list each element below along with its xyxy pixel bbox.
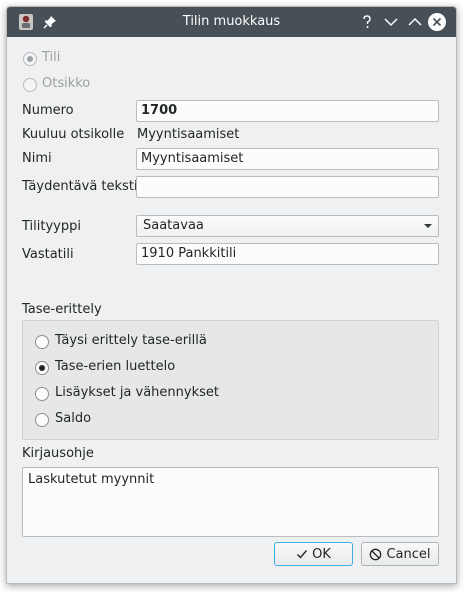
checkmark-icon [297,550,308,559]
numero-label: Numero [22,103,74,118]
radio-lisaykset[interactable] [35,387,49,401]
chevron-up-icon[interactable] [406,13,424,31]
vastatili-input[interactable]: 1910 Pankkitili [136,243,439,265]
tase-erittely-group: Täysi erittely tase-erillä Tase-erien lu… [22,320,439,440]
radio-tase-erien-luettelo-label: Tase-erien luettelo [55,359,176,374]
tase-erittely-title: Tase-erittely [22,302,102,317]
kuuluu-otsikolle-value: Myyntisaamiset [137,127,240,142]
radio-otsikko[interactable] [23,78,37,92]
radio-tili-label: Tili [42,50,61,65]
radio-tili[interactable] [23,52,37,66]
radio-saldo[interactable] [35,413,49,427]
kirjausohje-textarea[interactable]: Laskutetut myynnit [22,467,439,537]
close-icon[interactable] [427,12,447,32]
tilityyppi-label: Tilityyppi [22,219,81,234]
radio-taysi-erittely[interactable] [35,335,49,349]
nimi-input[interactable]: Myyntisaamiset [136,148,439,170]
kuuluu-otsikolle-label: Kuuluu otsikolle [22,127,125,142]
chevron-down-icon[interactable] [382,13,400,31]
tilityyppi-select[interactable]: Saatavaa [136,215,439,237]
radio-saldo-label: Saldo [55,411,92,426]
nimi-label: Nimi [22,151,52,166]
tilityyppi-selected-value: Saatavaa [143,218,204,233]
cancel-icon [370,548,382,560]
radio-taysi-erittely-label: Täysi erittely tase-erillä [55,333,207,348]
radio-otsikko-label: Otsikko [42,76,91,91]
taydentava-teksti-input[interactable] [136,176,439,198]
title-bar[interactable]: Tilin muokkaus [7,7,456,37]
cancel-button[interactable]: Cancel [361,542,439,566]
ok-button-label: OK [312,546,331,562]
cancel-button-label: Cancel [386,546,431,562]
radio-tase-erien-luettelo[interactable] [35,361,49,375]
taydentava-teksti-label: Täydentävä teksti [22,179,138,194]
numero-input[interactable]: 1700 [136,100,439,122]
ok-button[interactable]: OK [274,542,353,566]
dropdown-arrow-icon [424,224,432,228]
vastatili-label: Vastatili [22,247,74,262]
radio-lisaykset-label: Lisäykset ja vähennykset [55,385,219,400]
help-icon[interactable] [358,13,376,31]
account-edit-dialog: Tilin muokkaus Tili Otsikko Numero 1700 … [6,6,457,584]
kirjausohje-label: Kirjausohje [22,446,94,461]
